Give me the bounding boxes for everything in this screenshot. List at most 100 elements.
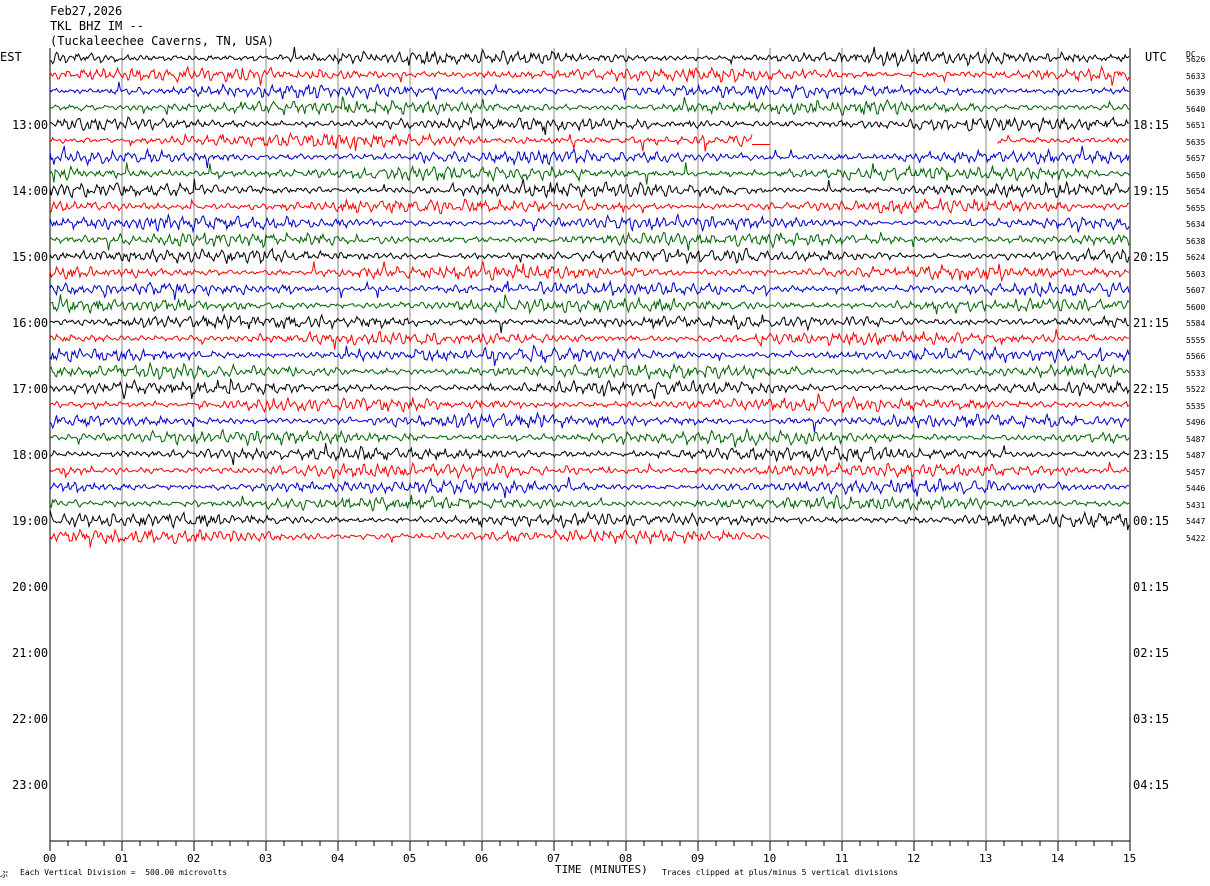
- dc-offset-label: 5446: [1186, 484, 1206, 493]
- trace-row-12: [49, 247, 1130, 266]
- x-tick-label: 03: [259, 852, 273, 865]
- dc-offset-label: 5566: [1186, 352, 1206, 361]
- dc-offset-label: 5555: [1186, 335, 1206, 345]
- footer-clip-note: Traces clipped at plus/minus 5 vertical …: [662, 868, 899, 877]
- x-tick-label: 10: [763, 852, 777, 865]
- dc-offset-label: 5655: [1186, 203, 1206, 213]
- right-hour-label: 02:15: [1133, 646, 1170, 660]
- trace-row-13: [49, 261, 1130, 283]
- dc-offset-label: 5422: [1186, 533, 1206, 543]
- trace-row-1: [49, 65, 1130, 86]
- x-tick-label: 12: [907, 852, 921, 865]
- left-hour-label: 22:00: [12, 712, 49, 726]
- dc-offset-label: 5600: [1186, 302, 1206, 312]
- trace-row-5: [49, 131, 753, 152]
- left-hour-label: 17:00: [12, 382, 49, 396]
- trace-row-19: [49, 361, 1130, 381]
- footer-scale-note: Each Vertical Division = 500.00 microvol…: [20, 868, 228, 877]
- x-tick-label: 13: [979, 852, 993, 865]
- left-hour-label: 15:00: [12, 250, 49, 264]
- trace-row-21: [49, 393, 1130, 413]
- trace-row-11: [49, 231, 1130, 251]
- left-hour-label: 13:00: [12, 118, 49, 132]
- trace-row-0: [50, 46, 1130, 68]
- trace-row-4: [49, 116, 1129, 136]
- right-hour-label: 01:15: [1133, 580, 1170, 594]
- trace-row-9: [49, 197, 1130, 215]
- trace-row-5: [997, 134, 1130, 144]
- right-hour-label: 23:15: [1133, 448, 1170, 462]
- trace-row-14: [49, 279, 1130, 301]
- dc-offset-label: 5487: [1186, 451, 1206, 460]
- left-hour-label: 20:00: [12, 580, 49, 594]
- right-hour-label: 22:15: [1133, 382, 1170, 396]
- dc-offset-label: 5603: [1186, 269, 1206, 279]
- right-hour-label: 00:15: [1133, 514, 1170, 528]
- trace-row-27: [49, 494, 1130, 512]
- trace-row-16: [49, 313, 1130, 334]
- x-tick-label: 09: [691, 852, 705, 865]
- dc-offset-label: 5633: [1186, 71, 1206, 81]
- seismogram-plot: [49, 46, 1131, 851]
- left-hour-label: 18:00: [12, 448, 49, 462]
- x-tick-label: 15: [1123, 852, 1137, 865]
- x-tick-label: 06: [475, 852, 489, 865]
- trace-row-7: [49, 162, 1130, 185]
- trace-row-2: [49, 81, 1130, 101]
- right-hour-label: 04:15: [1133, 778, 1170, 792]
- trace-row-6: [49, 145, 1130, 169]
- dc-offset-label: 5431: [1186, 500, 1206, 510]
- dc-offset-label: 5624: [1186, 253, 1206, 262]
- trace-row-25: [49, 461, 1130, 481]
- trace-row-10: [49, 212, 1130, 234]
- x-axis-label: TIME (MINUTES): [555, 863, 648, 876]
- trace-row-8: [49, 178, 1130, 199]
- x-tick-label: 01: [115, 852, 129, 865]
- dc-offset-label: 5522: [1186, 385, 1206, 394]
- dc-offset-label: 5457: [1186, 467, 1206, 477]
- dc-offset-label: 5607: [1186, 286, 1206, 295]
- trace-row-23: [49, 427, 1130, 448]
- dc-offset-label: 5584: [1186, 319, 1206, 328]
- dc-offset-label: 5635: [1186, 137, 1206, 147]
- x-tick-label: 02: [187, 852, 201, 865]
- trace-row-28: [49, 510, 1130, 531]
- dc-offset-label: 5650: [1186, 170, 1206, 180]
- dc-offset-label: 5654: [1186, 187, 1206, 196]
- dc-offset-label: 5651: [1186, 121, 1206, 130]
- right-hour-label: 21:15: [1133, 316, 1170, 330]
- x-tick-label: 05: [403, 852, 417, 865]
- right-hour-label: 19:15: [1133, 184, 1170, 198]
- trace-row-24: [50, 442, 1130, 466]
- x-tick-label: 04: [331, 852, 345, 865]
- x-tick-label: 11: [835, 852, 849, 865]
- dc-offset-label: 5533: [1186, 368, 1206, 378]
- dc-offset-label: 5496: [1186, 418, 1206, 427]
- trace-row-29: [49, 528, 770, 548]
- trace-row-3: [49, 96, 1130, 117]
- right-hour-label: 03:15: [1133, 712, 1170, 726]
- dc-offset-label: 5639: [1186, 88, 1206, 97]
- trace-row-15: [49, 294, 1130, 315]
- trace-row-18: [49, 344, 1130, 367]
- dc-offset-label: 5626: [1186, 55, 1206, 64]
- trace-row-26: [49, 476, 1130, 499]
- dc-offset-label: 5487: [1186, 434, 1206, 444]
- dc-offset-label: 5634: [1186, 220, 1206, 229]
- left-hour-label: 23:00: [12, 778, 49, 792]
- x-tick-label: 00: [43, 852, 57, 865]
- right-hour-label: 18:15: [1133, 118, 1170, 132]
- dc-offset-label: 5640: [1186, 104, 1206, 114]
- trace-row-17: [49, 329, 1130, 350]
- left-hour-label: 19:00: [12, 514, 49, 528]
- dc-offset-label: 5535: [1186, 401, 1206, 411]
- left-hour-label: 14:00: [12, 184, 49, 198]
- right-hour-label: 20:15: [1133, 250, 1170, 264]
- dc-offset-label: 5638: [1186, 236, 1206, 246]
- left-hour-label: 16:00: [12, 316, 49, 330]
- dc-offset-label: 5447: [1186, 517, 1206, 526]
- trace-row-20: [49, 377, 1130, 400]
- footer-mark: ぷ: [0, 870, 8, 879]
- x-tick-label: 14: [1051, 852, 1065, 865]
- dc-offset-label: 5657: [1186, 154, 1206, 163]
